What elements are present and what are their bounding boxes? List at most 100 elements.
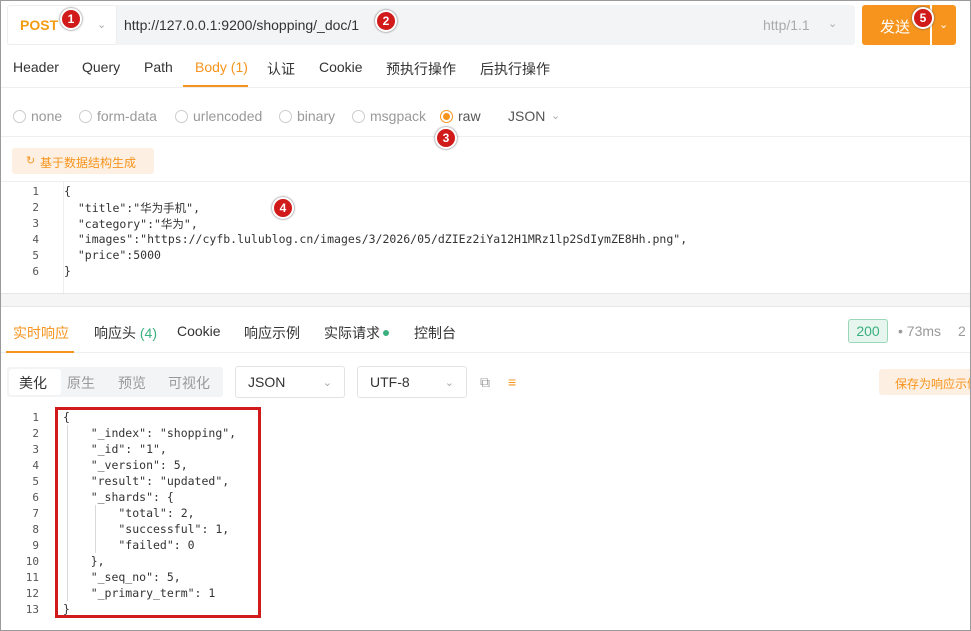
url-bar: POST ⌄ http://127.0.0.1:9200/shopping/_d… <box>7 5 855 45</box>
tab-console[interactable]: 控制台 <box>414 323 456 343</box>
refresh-icon: ↻ <box>26 155 36 167</box>
radio-checked-icon <box>440 110 453 123</box>
radio-icon <box>279 110 292 123</box>
line-number: 12 <box>25 587 39 600</box>
response-format-select[interactable]: JSON ⌄ <box>235 366 345 398</box>
code-line: "price":5000 <box>64 248 161 262</box>
step-marker-4: 4 <box>272 197 294 219</box>
line-number: 11 <box>25 571 39 584</box>
radio-label: urlencoded <box>193 108 263 124</box>
tab-cookie[interactable]: Cookie <box>319 59 363 75</box>
step-marker-2: 2 <box>375 10 397 32</box>
highlight-box <box>55 407 261 618</box>
headers-count: (4) <box>139 325 158 341</box>
tab-auth[interactable]: 认证 <box>267 59 295 79</box>
code-line: } <box>64 264 71 278</box>
line-number: 13 <box>25 603 39 616</box>
step-marker-5: 5 <box>912 7 934 29</box>
send-options-button[interactable]: ⌄ <box>932 5 956 45</box>
app-window: POST ⌄ http://127.0.0.1:9200/shopping/_d… <box>0 0 971 631</box>
radio-label: none <box>31 108 63 124</box>
tab-query[interactable]: Query <box>82 59 120 75</box>
chevron-down-icon: ⌄ <box>444 377 454 389</box>
radio-icon <box>13 110 26 123</box>
line-number: 3 <box>32 217 39 230</box>
response-time: • 73ms <box>898 323 941 339</box>
view-visualize[interactable]: 可视化 <box>168 373 210 393</box>
line-number: 2 <box>32 201 39 214</box>
chevron-down-icon: ⌄ <box>97 19 107 31</box>
line-number: 2 <box>32 427 39 440</box>
select-value: UTF-8 <box>370 374 410 390</box>
line-number: 4 <box>32 233 39 246</box>
code-line: "category":"华为", <box>64 217 198 231</box>
tab-post-script[interactable]: 后执行操作 <box>480 59 550 79</box>
time-value: 73ms <box>906 323 942 339</box>
tab-label: 响应头 <box>94 325 136 341</box>
chevron-down-icon: ⌄ <box>939 19 949 31</box>
copy-icon[interactable]: ⧉ <box>480 374 490 391</box>
radio-icon <box>175 110 188 123</box>
save-label: 保存为响应示例 <box>895 377 971 391</box>
chevron-down-icon: ⌄ <box>828 18 838 30</box>
code-line: "title":"华为手机", <box>64 201 201 215</box>
tab-pre-script[interactable]: 预执行操作 <box>386 59 456 79</box>
radio-label: msgpack <box>370 108 427 124</box>
tab-header[interactable]: Header <box>13 59 59 75</box>
tab-label: 实际请求 <box>324 325 380 341</box>
format-icon[interactable]: ≡ <box>508 374 516 390</box>
body-type-row: none form-data urlencoded binary msgpack… <box>1 97 970 137</box>
active-tab-indicator <box>183 85 248 87</box>
step-marker-1: 1 <box>60 8 82 30</box>
tab-response-headers[interactable]: 响应头 (4) <box>94 323 157 343</box>
line-number: 5 <box>32 475 39 488</box>
chevron-down-icon: ⌄ <box>551 110 561 122</box>
body-format-select[interactable]: JSON <box>508 108 545 124</box>
status-badge: 200 <box>848 319 888 343</box>
request-body-editor[interactable]: 1 2 3 4 5 6 { "title":"华为手机", "category"… <box>1 181 970 294</box>
radio-urlencoded[interactable]: urlencoded <box>175 108 262 124</box>
line-number: 10 <box>25 555 39 568</box>
tab-live-response[interactable]: 实时响应 <box>13 323 69 343</box>
line-number: 8 <box>32 523 39 536</box>
chevron-down-icon: ⌄ <box>322 377 332 389</box>
response-size: 2 <box>958 323 966 339</box>
request-tabs: Header Query Path Body (1) 认证 Cookie 预执行… <box>1 51 970 88</box>
radio-raw[interactable]: raw <box>440 108 481 124</box>
view-mode-switch: 美化 原生 预览 可视化 <box>7 367 223 397</box>
tab-response-cookie[interactable]: Cookie <box>177 323 221 339</box>
line-number: 1 <box>32 411 39 424</box>
line-number: 3 <box>32 443 39 456</box>
select-value: JSON <box>248 374 286 390</box>
encoding-select[interactable]: UTF-8 ⌄ <box>357 366 467 398</box>
view-raw[interactable]: 原生 <box>67 373 95 393</box>
radio-label: raw <box>458 108 481 124</box>
line-number: 6 <box>32 265 39 278</box>
code-line: "images":"https://cyfb.lulublog.cn/image… <box>64 232 688 246</box>
view-pretty[interactable]: 美化 <box>19 373 47 393</box>
step-marker-3: 3 <box>435 127 457 149</box>
radio-form-data[interactable]: form-data <box>79 108 157 124</box>
view-preview[interactable]: 预览 <box>118 373 146 393</box>
generate-from-schema-button[interactable]: ↻ 基于数据结构生成 <box>12 148 154 174</box>
radio-none[interactable]: none <box>13 108 62 124</box>
protocol-select[interactable]: http/1.1 <box>763 17 810 33</box>
radio-binary[interactable]: binary <box>279 108 335 124</box>
save-as-example-button[interactable]: 保存为响应示例 <box>879 369 971 395</box>
line-number: 5 <box>32 249 39 262</box>
tab-actual-request[interactable]: 实际请求 <box>324 323 389 343</box>
line-number: 7 <box>32 507 39 520</box>
tab-path[interactable]: Path <box>144 59 173 75</box>
tab-response-example[interactable]: 响应示例 <box>244 323 300 343</box>
line-number: 6 <box>32 491 39 504</box>
radio-msgpack[interactable]: msgpack <box>352 108 426 124</box>
panel-resize-divider[interactable] <box>1 293 970 307</box>
dot-separator: • <box>898 323 907 339</box>
send-button-label: 发送 <box>880 19 911 36</box>
url-input[interactable]: http://127.0.0.1:9200/shopping/_doc/1 <box>124 17 359 33</box>
line-number: 4 <box>32 459 39 472</box>
line-number: 1 <box>32 185 39 198</box>
line-number: 9 <box>32 539 39 552</box>
tab-body[interactable]: Body (1) <box>195 59 248 75</box>
radio-label: binary <box>297 108 336 124</box>
